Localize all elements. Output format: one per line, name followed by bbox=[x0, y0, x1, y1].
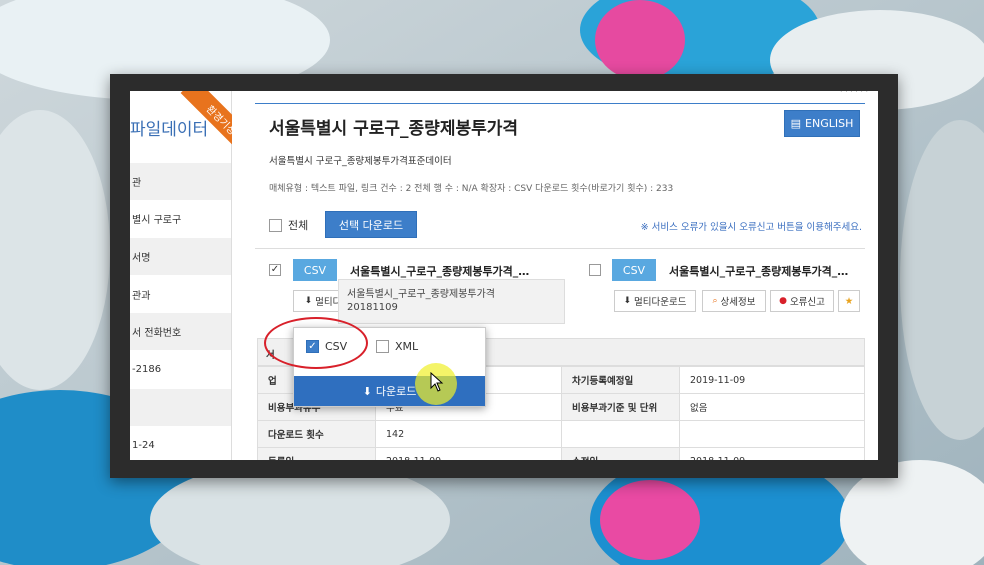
download-icon: ⬇ bbox=[623, 296, 632, 306]
table-cell: 142 bbox=[375, 420, 562, 448]
table-cell: 비용부과기준 및 단위 bbox=[561, 393, 680, 421]
favorite-star-icon[interactable]: ★ bbox=[838, 290, 860, 312]
english-button[interactable]: ▤ ENGLISH bbox=[784, 110, 860, 137]
table-cell: 다운로드 횟수 bbox=[257, 420, 376, 448]
table-cell: 2018-11-09 bbox=[679, 447, 865, 460]
dataset-subtitle: 서울특별시 구로구_종량제봉투가격표준데이터 bbox=[269, 156, 452, 167]
detail-label: 상세정보 bbox=[720, 297, 756, 308]
mouse-cursor-icon bbox=[430, 372, 444, 392]
multi-download-label: 멀티다운로드 bbox=[634, 297, 687, 308]
report-error-button[interactable]: ● 오류신고 bbox=[770, 290, 834, 312]
xml-option-label: XML bbox=[395, 340, 419, 353]
english-button-label: ENGLISH bbox=[805, 117, 854, 130]
sidebar-row: 서명 bbox=[130, 238, 231, 275]
multi-download-button[interactable]: ⬇ 멀티다운로드 bbox=[614, 290, 696, 312]
select-all-checkbox[interactable] bbox=[269, 218, 282, 232]
file-format-tag: CSV bbox=[612, 259, 656, 281]
format-option-xml[interactable]: XML bbox=[376, 340, 418, 353]
sidebar-row: 관과 bbox=[132, 291, 151, 302]
table-row: 등록일 2018-11-09 수정일 2018-11-09 bbox=[257, 447, 865, 460]
page-title: 서울특별시 구로구_종량제봉투가격 bbox=[269, 119, 519, 139]
file-name[interactable]: 서울특별시_구로구_종량제봉투가격_… bbox=[350, 263, 545, 279]
detail-button[interactable]: ⌕ 상세정보 bbox=[702, 290, 766, 312]
sidebar-row: -2186 bbox=[132, 364, 162, 375]
select-all-label: 전체 bbox=[288, 219, 309, 232]
select-download-button[interactable]: 선택 다운로드 bbox=[325, 211, 417, 238]
sidebar-row: 1-24 bbox=[132, 440, 155, 451]
sidebar-row: 서 전화번호 bbox=[130, 313, 231, 350]
error-report-notice: ※ 서비스 오류가 있을시 오류신고 버튼을 이용해주세요. bbox=[640, 222, 862, 233]
select-all[interactable]: 전체 bbox=[269, 217, 308, 233]
table-cell: 2018-11-09 bbox=[375, 447, 562, 460]
alert-icon: ● bbox=[779, 296, 787, 306]
file-checkbox[interactable]: ✓ bbox=[269, 264, 281, 276]
browser-screen: 파일데이터 환경기상 관 별시 구로구 서명 관과 서 전화번호 -2186 1… bbox=[130, 91, 878, 460]
title-divider bbox=[255, 103, 865, 104]
book-icon: ▤ bbox=[790, 117, 802, 130]
table-cell bbox=[679, 420, 865, 448]
file-name-tooltip: 서울특별시_구로구_종량제봉투가격 20181109 bbox=[338, 279, 565, 324]
report-error-label: 오류신고 bbox=[789, 297, 825, 308]
screenshot-frame: 파일데이터 환경기상 관 별시 구로구 서명 관과 서 전화번호 -2186 1… bbox=[110, 74, 898, 478]
download-icon: ⬇ bbox=[362, 384, 372, 398]
file-format-tag: CSV bbox=[293, 259, 337, 281]
popup-download-label: 다운로드 bbox=[375, 385, 417, 398]
ribbon-label: 환경기상 bbox=[180, 91, 232, 153]
file-name[interactable]: 서울특별시_구로구_종량제봉투가격_… bbox=[669, 263, 864, 279]
table-cell bbox=[561, 420, 680, 448]
sidebar-row: 별시 구로구 bbox=[132, 215, 182, 226]
sidebar-row bbox=[130, 389, 231, 426]
table-cell: 수정일 bbox=[561, 447, 680, 460]
sidebar: 파일데이터 환경기상 관 별시 구로구 서명 관과 서 전화번호 -2186 1… bbox=[130, 91, 232, 460]
table-cell: 차기등록예정일 bbox=[561, 366, 680, 394]
table-cell: 없음 bbox=[679, 393, 865, 421]
table-cell: 등록일 bbox=[257, 447, 376, 460]
divider bbox=[255, 248, 865, 249]
tooltip-line: 20181109 bbox=[347, 302, 398, 313]
xml-checkbox[interactable] bbox=[376, 340, 389, 353]
dataset-meta: 매체유형 : 텍스트 파일, 링크 건수 : 2 전체 행 수 : N/A 확장… bbox=[269, 184, 674, 194]
download-icon: ⬇ bbox=[304, 296, 313, 306]
top-utility-links: · · · · · · bbox=[840, 91, 868, 96]
sidebar-row: 관 bbox=[130, 163, 231, 200]
tooltip-line: 서울특별시_구로구_종량제봉투가격 bbox=[347, 289, 495, 300]
table-row: 다운로드 횟수 142 bbox=[257, 420, 865, 448]
search-icon: ⌕ bbox=[712, 296, 718, 306]
table-cell: 2019-11-09 bbox=[679, 366, 865, 394]
highlight-ellipse bbox=[264, 317, 368, 369]
file-checkbox[interactable] bbox=[589, 264, 601, 276]
category-ribbon: 환경기상 bbox=[170, 91, 232, 153]
